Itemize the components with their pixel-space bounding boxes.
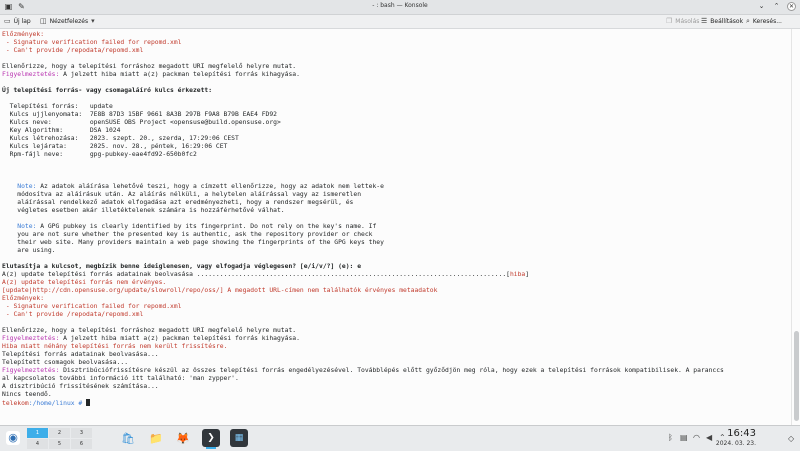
terminal-line: Telepítési forrás: update <box>2 103 113 110</box>
search-icon: ⌕ <box>746 17 750 25</box>
terminal-cursor <box>86 399 91 406</box>
konsole-toolbar: ▭ Új lap ◫ Nézetfelezés ▾ ❐ Másolás ☰ Be… <box>0 15 800 29</box>
clipboard-icon[interactable]: ▤ <box>680 433 688 442</box>
desktop-4[interactable]: 4 <box>27 439 48 449</box>
terminal-line: Új telepítési forrás- vagy csomagaláíró … <box>2 87 213 94</box>
search-button[interactable]: ⌕ Keresés... <box>746 16 782 27</box>
taskbar: ◉ 1 2 3 4 5 6 🛍 📁 🦊 ❯ ▦ ᛒ ▤ ◠ ◀ ⌃ 16:43 … <box>0 425 800 451</box>
new-tab-icon: ▭ <box>4 17 11 25</box>
terminal-line: Kulcs lejárata: 2025. nov. 28., péntek, … <box>2 143 228 150</box>
terminal-line: - Signature verification failed for repo… <box>2 303 182 310</box>
terminal-line: Rpm-fájl neve: gpg-pubkey-eae4fd92-650b0… <box>2 151 197 158</box>
terminal-line: Figyelmeztetés: Disztribúciófrissítésre … <box>2 367 724 374</box>
minimize-button[interactable]: ⌄ <box>757 2 766 11</box>
terminal-line: aláírással rendelkező adatok elfogadása … <box>2 199 354 206</box>
copy-label: Másolás <box>675 18 700 25</box>
maximize-button[interactable]: ⌃ <box>772 2 781 11</box>
terminal-line: you are not sure whether the presented k… <box>2 231 373 238</box>
new-tab-label: Új lap <box>13 18 31 25</box>
clock-date[interactable]: 2024. 03. 23. <box>716 440 756 447</box>
screenshot-icon[interactable]: ▦ <box>230 429 248 447</box>
desktop-1[interactable]: 1 <box>27 428 48 438</box>
chevron-down-icon: ▾ <box>91 17 95 25</box>
new-tab-button[interactable]: ▭ Új lap <box>4 16 31 27</box>
terminal-output[interactable]: Előzmények: - Signature verification fai… <box>0 29 792 425</box>
settings-button[interactable]: ☰ Beállítások <box>701 16 743 27</box>
volume-icon[interactable]: ◀ <box>706 433 712 442</box>
terminal-line: Kulcs ujjlenyomata: 7E8B 87D3 15BF 9661 … <box>2 111 277 118</box>
terminal-line: Telepítési forrás adatainak beolvasása..… <box>2 351 159 358</box>
firefox-icon[interactable]: 🦊 <box>174 429 192 447</box>
terminal-line: Előzmények: <box>2 31 45 38</box>
terminal-line: [update|http://cdn.opensuse.org/update/s… <box>2 287 438 294</box>
terminal-line: Elutasítja a kulcsot, megbízik benne ide… <box>2 263 362 270</box>
menu-icon: ☰ <box>701 17 708 25</box>
copy-button[interactable]: ❐ Másolás <box>666 16 699 27</box>
terminal-line: Key Algorithm: DSA 1024 <box>2 127 121 134</box>
desktop-2[interactable]: 2 <box>49 428 70 438</box>
terminal-line: A(z) update telepítési forrás adatainak … <box>2 271 530 278</box>
window-titlebar[interactable]: ▣ ✎ - : bash — Konsole ⌄ ⌃ ✕ <box>0 0 800 15</box>
wifi-icon[interactable]: ◠ <box>693 433 700 442</box>
desktop-3[interactable]: 3 <box>71 428 92 438</box>
terminal-line: végletes esetben akár illetéktelenek szá… <box>2 207 285 214</box>
copy-icon: ❐ <box>666 17 673 25</box>
terminal-line: Kulcs neve: openSUSE OBS Project <opensu… <box>2 119 281 126</box>
terminal-line: módosítva az aláírásuk után. Az aláírás … <box>2 191 362 198</box>
show-desktop-icon[interactable]: ◇ <box>788 434 796 443</box>
terminal-line: - Can't provide /repodata/repomd.xml <box>2 311 144 318</box>
terminal-scrollbar[interactable] <box>791 29 800 425</box>
split-view-icon: ◫ <box>40 17 47 25</box>
dolphin-icon[interactable]: 📁 <box>147 429 165 447</box>
scrollbar-thumb[interactable] <box>794 331 799 421</box>
discover-icon[interactable]: 🛍 <box>119 429 137 447</box>
desktop-5[interactable]: 5 <box>49 439 70 449</box>
desktop-6[interactable]: 6 <box>71 439 92 449</box>
terminal-line: - Signature verification failed for repo… <box>2 39 182 46</box>
konsole-icon[interactable]: ❯ <box>202 429 220 449</box>
split-view-button[interactable]: ◫ Nézetfelezés ▾ <box>40 16 95 27</box>
terminal-line: telekom:/home/linux # <box>2 399 91 407</box>
terminal-line: Ellenőrizze, hogy a telepítési forráshoz… <box>2 327 297 334</box>
terminal-line: Note: A GPG pubkey is clearly identified… <box>17 223 377 230</box>
window-title: - : bash — Konsole <box>372 2 428 9</box>
terminal-line: Telepített csomagok beolvasása... <box>2 359 129 366</box>
close-button[interactable]: ✕ <box>787 2 796 11</box>
terminal-line: Note: Az adatok aláírása lehetővé teszi,… <box>17 183 384 190</box>
terminal-line: are using. <box>2 247 56 254</box>
search-label: Keresés... <box>752 18 782 25</box>
bluetooth-icon[interactable]: ᛒ <box>668 433 673 442</box>
clock-time[interactable]: 16:43 <box>727 428 756 439</box>
terminal-line: Kulcs létrehozása: 2023. szept. 20., sze… <box>2 135 239 142</box>
terminal-line: - Can't provide /repodata/repomd.xml <box>2 47 144 54</box>
terminal-line: their web site. Many providers maintain … <box>2 239 384 246</box>
terminal-line: al kapcsolatos további információ itt ta… <box>2 375 239 382</box>
terminal-line: Hiba miatt néhány telepítési forrás nem … <box>2 343 228 350</box>
terminal-line: Ellenőrizze, hogy a telepítési forráshoz… <box>2 63 297 70</box>
terminal-line: Figyelmeztetés: A jelzett hiba miatt a(z… <box>2 335 300 342</box>
opensuse-launcher-icon[interactable]: ◉ <box>6 431 20 445</box>
terminal-line: Előzmények: <box>2 295 45 302</box>
settings-label: Beállítások <box>710 18 744 25</box>
terminal-line: Figyelmeztetés: A jelzett hiba miatt a(z… <box>2 71 300 78</box>
terminal-line: A(z) update telepítési forrás nem érvény… <box>2 279 167 286</box>
split-view-label: Nézetfelezés <box>49 18 89 25</box>
virtual-desktop-pager[interactable]: 1 2 3 4 5 6 <box>27 428 92 449</box>
terminal-line: Nincs teendő. <box>2 391 52 398</box>
terminal-line: A disztribúció frissítésének számítása..… <box>2 383 159 390</box>
